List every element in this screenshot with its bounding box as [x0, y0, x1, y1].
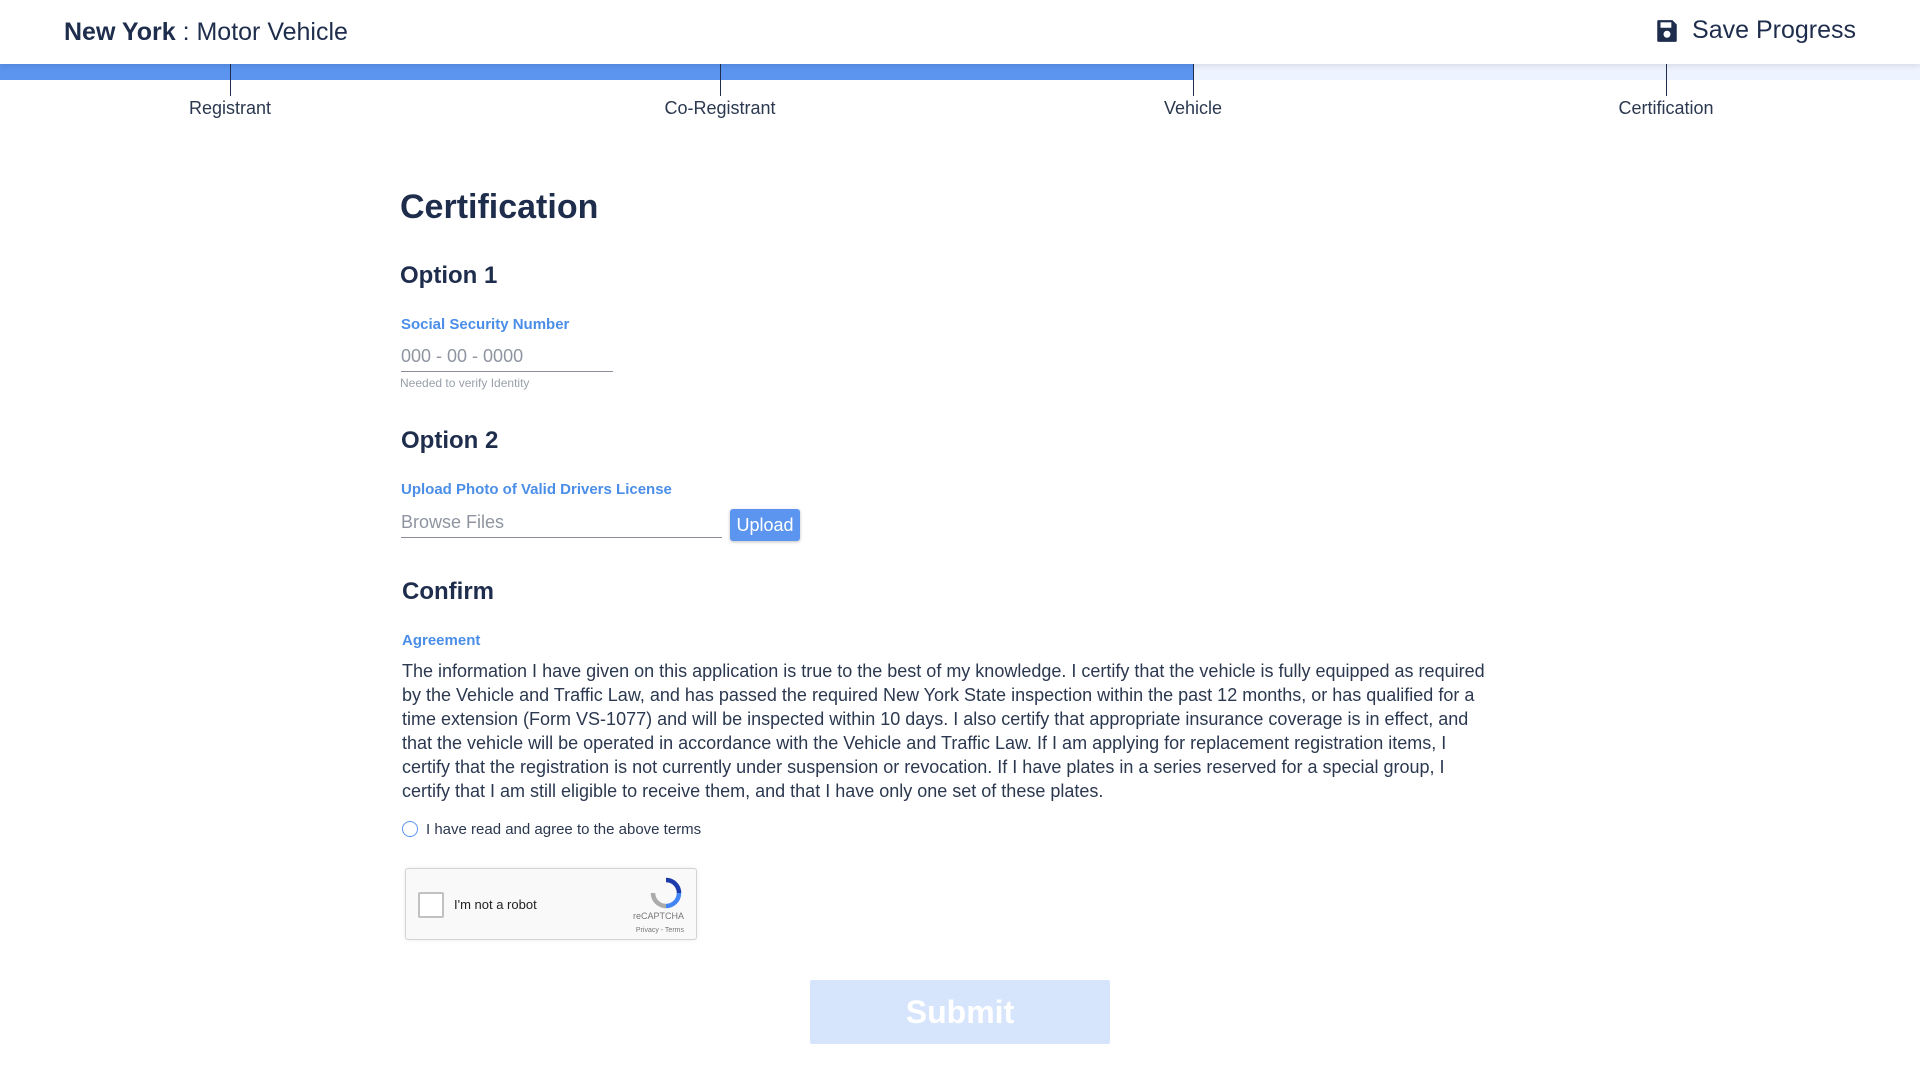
step-marker [230, 64, 231, 96]
step-label: Vehicle [1163, 98, 1223, 118]
upload-license-label: Upload Photo of Valid Drivers License [401, 481, 672, 498]
agree-terms-radio[interactable] [402, 821, 418, 837]
step-label: Registrant [188, 98, 272, 118]
agree-terms-label: I have read and agree to the above terms [426, 821, 702, 838]
recaptcha-checkbox[interactable] [418, 892, 444, 918]
ssn-input[interactable] [401, 344, 613, 372]
title-separator: : [175, 18, 197, 46]
ssn-hint: Needed to verify Identity [400, 376, 530, 390]
submit-button[interactable]: Submit [810, 980, 1110, 1044]
agreement-label: Agreement [402, 632, 481, 649]
browse-files-input[interactable] [401, 510, 722, 538]
save-progress-button[interactable]: Save Progress [1654, 16, 1856, 45]
confirm-heading: Confirm [402, 578, 494, 605]
state-name: New York [64, 18, 176, 46]
ssn-label: Social Security Number [401, 316, 570, 333]
option2-heading: Option 2 [401, 427, 499, 454]
progress-bar-fill [0, 64, 1193, 80]
agreement-text: The information I have given on this app… [402, 661, 1485, 801]
floppy-disk-icon [1654, 18, 1680, 44]
save-progress-label: Save Progress [1692, 16, 1856, 44]
top-header: New York : Motor Vehicle Save Progress [0, 0, 1920, 64]
option1-heading: Option 1 [400, 262, 498, 289]
upload-button[interactable]: Upload [730, 509, 800, 541]
progress-bar [0, 64, 1920, 80]
step-marker [1193, 64, 1194, 96]
step-marker [1666, 64, 1667, 96]
page-title: Certification [400, 188, 599, 226]
recaptcha-logo-icon [650, 877, 682, 909]
step-marker [720, 64, 721, 96]
recaptcha-label: I'm not a robot [454, 897, 537, 912]
recaptcha-widget: I'm not a robot reCAPTCHA Privacy - Term… [405, 868, 697, 940]
app-title: New York : Motor Vehicle [64, 18, 348, 47]
step-label: Co-Registrant [664, 98, 776, 118]
recaptcha-privacy-terms-link[interactable]: Privacy - Terms [636, 927, 684, 934]
step-label: Certification [1618, 98, 1714, 118]
agency-name: Motor Vehicle [196, 18, 348, 46]
recaptcha-brand: reCAPTCHA [632, 911, 684, 921]
